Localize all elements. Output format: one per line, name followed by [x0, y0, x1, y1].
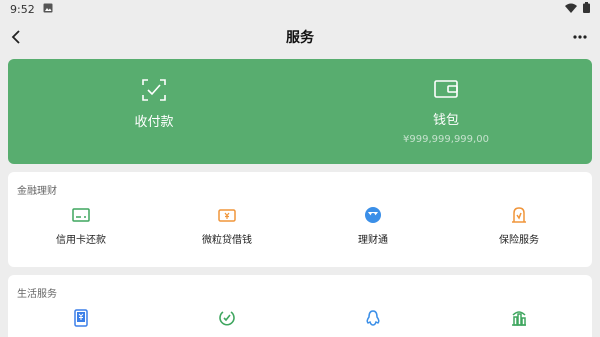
- utilities-icon: [217, 308, 237, 328]
- loan-icon: [217, 205, 237, 225]
- status-bar: 9:52: [0, 0, 600, 18]
- page-title: 服务: [286, 30, 314, 46]
- wealth-icon: [363, 205, 383, 225]
- back-arrow-icon[interactable]: [6, 27, 26, 47]
- wallet-balance: ¥999,999,999,00: [403, 134, 489, 145]
- wallet-card: 收付款 钱包 ¥999,999,999,00: [8, 59, 592, 164]
- credit-card-repayment-label: 信用卡还款: [56, 235, 106, 246]
- qq-icon: [363, 308, 383, 328]
- status-time: 9:52: [10, 2, 35, 16]
- more-options-icon[interactable]: [570, 27, 590, 47]
- scan-pay-icon: [142, 79, 166, 105]
- utilities-button[interactable]: [154, 308, 300, 328]
- credit-card-repayment-button[interactable]: 信用卡还款: [8, 205, 154, 246]
- pay-receive-button[interactable]: 收付款: [8, 59, 300, 164]
- finance-section-title: 金融理财: [17, 186, 57, 197]
- insurance-service-label: 保险服务: [499, 235, 539, 246]
- gallery-notification-icon: [43, 3, 53, 16]
- life-services-section: 生活服务: [8, 275, 592, 337]
- wallet-icon: [434, 79, 458, 103]
- licaitong-label: 理财通: [358, 235, 388, 246]
- weilidai-loan-label: 微粒贷借钱: [202, 235, 252, 246]
- phone-recharge-button[interactable]: [8, 308, 154, 328]
- phone-recharge-icon: [71, 308, 91, 328]
- licaitong-button[interactable]: 理财通: [300, 205, 446, 246]
- insurance-service-button[interactable]: 保险服务: [446, 205, 592, 246]
- wifi-icon: [565, 3, 577, 16]
- insurance-icon: [509, 205, 529, 225]
- wallet-button[interactable]: 钱包 ¥999,999,999,00: [300, 59, 592, 164]
- finance-section: 金融理财 信用卡还款 微粒贷借钱 理财通 保险服务: [8, 172, 592, 267]
- nav-bar: 服务: [0, 18, 600, 56]
- battery-icon: [583, 2, 590, 16]
- life-services-section-title: 生活服务: [17, 289, 57, 300]
- wallet-label: 钱包: [432, 113, 459, 128]
- weilidai-loan-button[interactable]: 微粒贷借钱: [154, 205, 300, 246]
- credit-card-icon: [71, 205, 91, 225]
- pay-receive-label: 收付款: [134, 115, 174, 130]
- city-service-button[interactable]: [446, 308, 592, 328]
- city-service-icon: [509, 308, 529, 328]
- qq-recharge-button[interactable]: [300, 308, 446, 328]
